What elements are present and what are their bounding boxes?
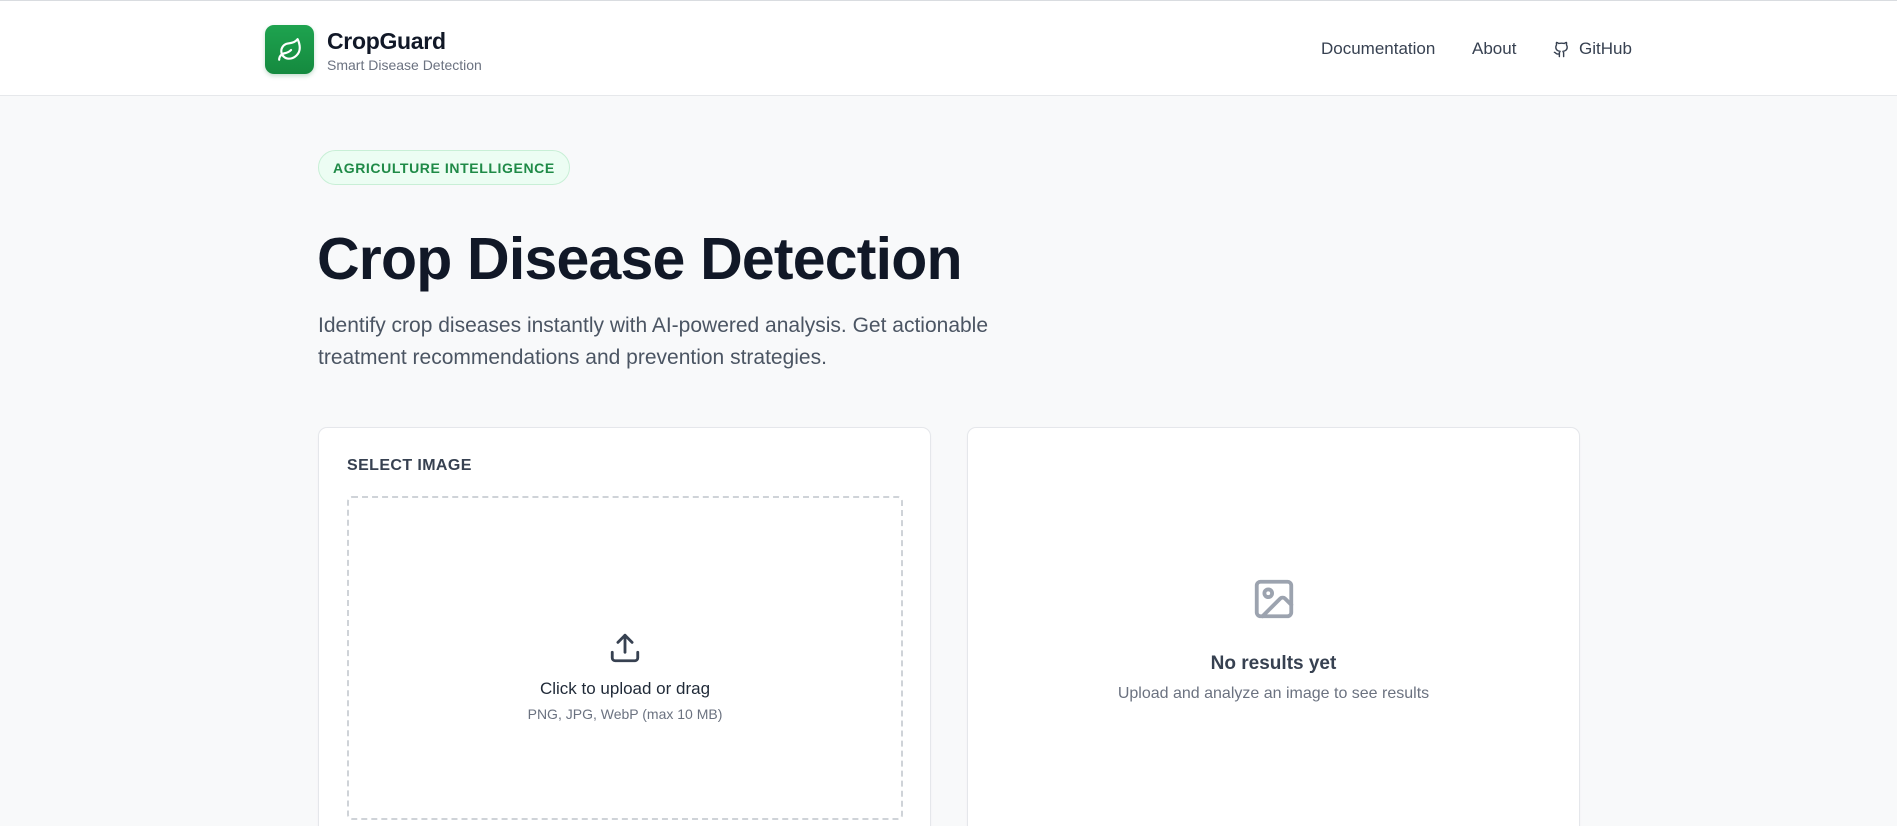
nav-documentation-link[interactable]: Documentation (1321, 38, 1435, 60)
brand-tagline: Smart Disease Detection (327, 56, 482, 73)
leaf-icon (265, 25, 314, 74)
page-subtitle: Identify crop diseases instantly with AI… (318, 314, 989, 369)
upload-hint: PNG, JPG, WebP (max 10 MB) (527, 705, 723, 722)
brand-name: CropGuard (327, 27, 446, 54)
upload-title: Click to upload or drag (539, 678, 711, 698)
nav-github-label: GitHub (1579, 39, 1632, 58)
brand[interactable]: CropGuard Smart Disease Detection (265, 25, 482, 74)
results-card: No results yet Upload and analyze an ima… (967, 427, 1580, 826)
upload-dropzone[interactable]: Click to upload or drag PNG, JPG, WebP (… (347, 496, 903, 820)
results-empty-state: No results yet Upload and analyze an ima… (968, 576, 1579, 703)
no-results-subtitle: Upload and analyze an image to see resul… (1117, 685, 1430, 702)
category-badge: AGRICULTURE INTELLIGENCE (318, 150, 570, 185)
upload-card: SELECT IMAGE Click to upload or drag PNG… (318, 427, 931, 826)
no-results-title: No results yet (1210, 653, 1337, 674)
nav-about-link[interactable]: About (1472, 38, 1516, 60)
image-icon (1251, 576, 1297, 627)
nav-github-link[interactable]: GitHub (1553, 38, 1632, 60)
upload-icon (608, 631, 642, 670)
select-image-label: SELECT IMAGE (347, 457, 472, 474)
top-navbar: CropGuard Smart Disease Detection Docume… (0, 0, 1897, 96)
page-title: Crop Disease Detection (317, 226, 963, 292)
github-icon (1553, 41, 1570, 58)
